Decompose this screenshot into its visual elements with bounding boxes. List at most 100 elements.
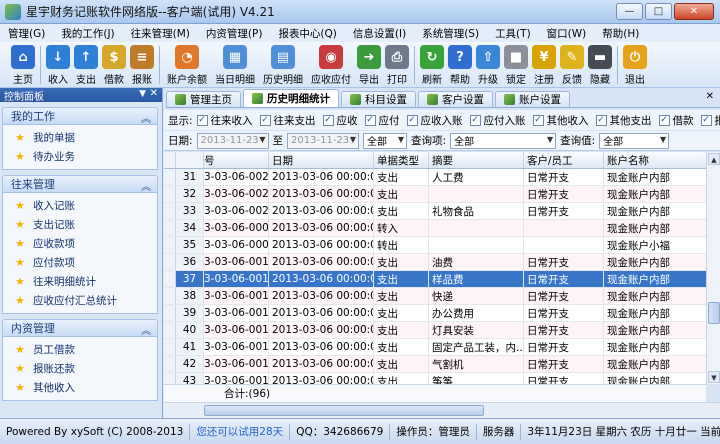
calendar-dropdown-icon[interactable]: ▼ [259, 135, 265, 144]
collapse-chevron-icon[interactable]: ︽ [141, 110, 151, 125]
sidebar-item[interactable]: ★ 报账还款 [3, 359, 157, 378]
sidebar-item[interactable]: ★ 应付款项 [3, 253, 157, 272]
table-row[interactable]: 33 3-03-06-0020 2013-03-06 00:00:00 支出 礼物食品日… [164, 203, 706, 220]
sidebar-item[interactable]: ★ 待办业务 [3, 147, 157, 166]
column-header[interactable] [164, 152, 176, 168]
tab[interactable]: 管理主页 [166, 91, 241, 107]
toolbar-button[interactable]: ⌂ 主页 [10, 42, 36, 86]
sidebar-group-header[interactable]: 内资管理 ︽ [2, 319, 158, 337]
filter-checkbox[interactable]: ✓报账 [700, 113, 720, 128]
scroll-thumb[interactable] [708, 302, 720, 324]
toolbar-button[interactable]: ➜ 导出 [356, 42, 382, 86]
toolbar-button[interactable]: ↑ 支出 [73, 42, 99, 86]
column-header[interactable]: 号 [204, 152, 269, 168]
column-header[interactable]: 账户名称 [604, 152, 706, 168]
table-row[interactable]: 40 3-03-06-0015 2013-03-06 00:00:00 支出 灯具安装日… [164, 322, 706, 339]
collapse-chevron-icon[interactable]: ︽ [141, 178, 151, 193]
checkbox-checked-icon[interactable]: ✓ [595, 114, 607, 126]
filter-checkbox[interactable]: ✓ 借款 [658, 113, 694, 128]
tab[interactable]: 科目设置 [341, 91, 416, 107]
calendar-dropdown-icon[interactable]: ▼ [350, 135, 356, 144]
menu-item[interactable]: 工具(T) [487, 26, 539, 41]
checkbox-checked-icon[interactable]: ✓ [259, 114, 271, 126]
filter-checkbox[interactable]: ✓ 应收 [322, 113, 358, 128]
table-row[interactable]: 38 3-03-06-0017 2013-03-06 00:00:00 支出 快递 日常开… [164, 288, 706, 305]
toolbar-button[interactable]: ≡ 报账 [129, 42, 155, 86]
menu-item[interactable]: 信息设置(I) [345, 26, 414, 41]
filter-checkbox[interactable]: ✓ 其他支出 [595, 113, 652, 128]
scroll-down-icon[interactable]: ▼ [708, 371, 720, 383]
checkbox-checked-icon[interactable]: ✓ [532, 114, 544, 126]
tab-close-icon[interactable]: ✕ [706, 91, 714, 102]
filter-checkbox[interactable]: ✓ 往来支出 [259, 113, 316, 128]
table-row[interactable]: 32 3-03-06-0021 2013-03-06 00:00:00 支出 日常开支现… [164, 186, 706, 203]
table-row[interactable]: 42 3-03-06-0013 2013-03-06 00:00:00 支出 气割机 日常… [164, 356, 706, 373]
toolbar-button[interactable]: $ 借款 [101, 42, 127, 86]
checkbox-checked-icon[interactable]: ✓ [364, 114, 376, 126]
checkbox-checked-icon[interactable]: ✓ [658, 114, 670, 126]
sidebar-item[interactable]: ★ 应收款项 [3, 234, 157, 253]
date-from-field[interactable]: 2013-11-23 ▼ [196, 132, 269, 149]
filter-checkbox[interactable]: ✓ 其他收入 [532, 113, 589, 128]
toolbar-button[interactable]: ✎ 反馈 [559, 42, 585, 86]
query-value-select[interactable]: 全部 ▼ [599, 132, 670, 149]
tab[interactable]: 客户设置 [418, 91, 493, 107]
checkbox-checked-icon[interactable]: ✓ [322, 114, 334, 126]
menu-item[interactable]: 窗口(W) [539, 26, 595, 41]
toolbar-button[interactable]: ◔ 账户余额 [164, 42, 210, 86]
checkbox-checked-icon[interactable]: ✓ [196, 114, 208, 126]
sidebar-item[interactable]: ★ 其他收入 [3, 378, 157, 397]
close-button[interactable]: ✕ [674, 3, 714, 20]
sidebar-item[interactable]: ★ 员工借款 [3, 340, 157, 359]
minimize-button[interactable]: — [616, 3, 643, 20]
sidebar-item[interactable]: ★ 应收应付汇总统计 [3, 291, 157, 310]
checkbox-checked-icon[interactable]: ✓ [700, 114, 712, 126]
column-header[interactable] [176, 152, 204, 168]
toolbar-button[interactable]: ⎙ 打印 [384, 42, 410, 86]
menu-item[interactable]: 帮助(H) [594, 26, 647, 41]
table-row[interactable]: 43 3-03-06-0012 2013-03-06 00:00:00 支出 筝筝 日常开… [164, 373, 706, 384]
column-header[interactable]: 日期 [269, 152, 374, 168]
filter-checkbox[interactable]: ✓ 应收入账 [406, 113, 463, 128]
filter-checkbox[interactable]: ✓ 应付入账 [469, 113, 526, 128]
column-header[interactable]: 客户/员工 [524, 152, 604, 168]
table-row[interactable]: 31 3-03-06-0022 2013-03-06 00:00:00 支出 人工费 日常… [164, 169, 706, 186]
toolbar-button[interactable]: ¥ 注册 [531, 42, 557, 86]
toolbar-button[interactable]: ◉ 应收应付 [308, 42, 354, 86]
trial-days-text[interactable]: 您还可以试用28天 [190, 423, 291, 440]
horizontal-scrollbar[interactable] [164, 402, 720, 418]
sidebar-item[interactable]: ★ 支出记账 [3, 215, 157, 234]
panel-close-icon[interactable]: ✕ [150, 88, 158, 99]
table-row[interactable]: 36 3-03-06-0019 2013-03-06 00:00:00 支出 油费 日常开… [164, 254, 706, 271]
title-bar[interactable]: 星宇财务记账软件网络版--客户端(试用) V4.21 — □ ✕ [0, 0, 720, 24]
toolbar-button[interactable]: ↻ 刷新 [419, 42, 445, 86]
tab[interactable]: 账户设置 [495, 91, 570, 107]
table-row[interactable]: 41 3-03-06-0014 2013-03-06 00:00:00 支出 固定产品工… [164, 339, 706, 356]
column-header[interactable]: 摘要 [429, 152, 524, 168]
menu-item[interactable]: 报表中心(Q) [270, 26, 344, 41]
toolbar-button[interactable]: ▤ 历史明细 [260, 42, 306, 86]
menu-item[interactable]: 管理(G) [0, 26, 53, 41]
tab[interactable]: 历史明细统计 [243, 89, 339, 107]
checkbox-checked-icon[interactable]: ✓ [406, 114, 418, 126]
filter-checkbox[interactable]: ✓ 往来收入 [196, 113, 253, 128]
menu-item[interactable]: 往来管理(M) [123, 26, 198, 41]
vertical-scrollbar[interactable]: ▲ ▼ [706, 152, 720, 384]
toolbar-button[interactable]: ▬ 隐藏 [587, 42, 613, 86]
query-item-select[interactable]: 全部 ▼ [450, 132, 557, 149]
toolbar-button[interactable]: ⏻ 退出 [622, 42, 648, 86]
date-to-field[interactable]: 2013-11-23 ▼ [287, 132, 360, 149]
sidebar-group-header[interactable]: 往来管理 ︽ [2, 175, 158, 193]
collapse-chevron-icon[interactable]: ︽ [141, 322, 151, 337]
sidebar-item[interactable]: ★ 往来明细统计 [3, 272, 157, 291]
menu-item[interactable]: 内资管理(P) [198, 26, 271, 41]
sidebar-item[interactable]: ★ 收入记账 [3, 196, 157, 215]
table-row[interactable]: 34 3-03-06-0001 2013-03-06 00:00:00 转入 现金账户内… [164, 220, 706, 237]
toolbar-button[interactable]: ? 帮助 [447, 42, 473, 86]
table-row[interactable]: › 37 3-03-06-0018 2013-03-06 00:00:00 支出 样品费日… [164, 271, 706, 288]
toolbar-button[interactable]: ⇧ 升级 [475, 42, 501, 86]
sidebar-group-header[interactable]: 我的工作 ︽ [2, 107, 158, 125]
maximize-button[interactable]: □ [645, 3, 672, 20]
menu-item[interactable]: 我的工作(J) [53, 26, 122, 41]
checkbox-checked-icon[interactable]: ✓ [469, 114, 481, 126]
